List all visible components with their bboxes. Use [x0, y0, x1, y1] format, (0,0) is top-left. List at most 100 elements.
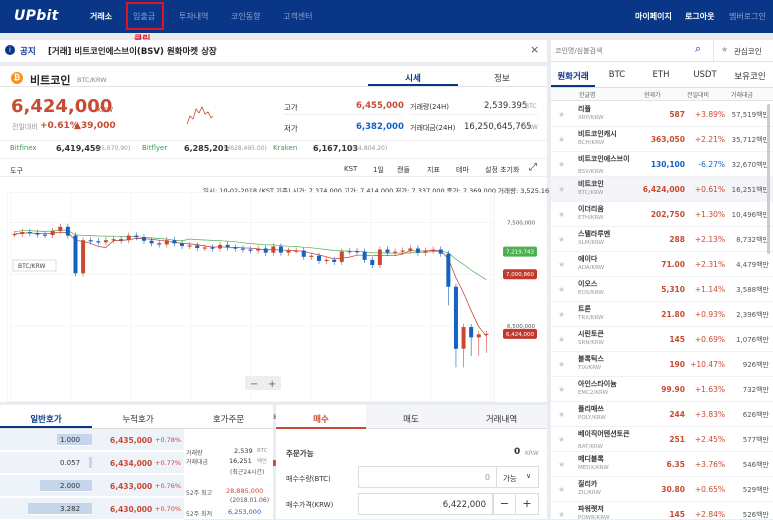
tab-orderbook-order[interactable]: 호가주문 — [184, 413, 273, 425]
favorite-star-icon[interactable]: ★ — [558, 160, 565, 169]
chart-theme-select[interactable]: 테마 — [456, 165, 469, 175]
favorite-star-icon[interactable]: ★ — [558, 285, 565, 294]
candle-body[interactable] — [73, 235, 78, 274]
favorite-star-icon[interactable]: ★ — [558, 335, 565, 344]
candle-body[interactable] — [157, 243, 162, 245]
market-row[interactable]: ★ 이더리움 ETH/KRW 202,750 +1.30% 10,496백만 — [551, 202, 773, 227]
candle-body[interactable] — [65, 226, 70, 236]
candle-body[interactable] — [438, 249, 443, 254]
header-name[interactable]: 한글명 — [579, 90, 596, 99]
candle-body[interactable] — [88, 240, 93, 242]
nav-coin-trends[interactable]: 코인동향 — [231, 11, 260, 22]
market-row[interactable]: ★ 비트코인 BTC/KRW 6,424,000 +0.61% 16,251백만 — [551, 177, 773, 202]
candle-body[interactable] — [180, 243, 185, 246]
close-icon[interactable]: × — [530, 43, 539, 56]
market-row[interactable]: ★ 질리카 ZIL/KRW 30.80 +0.65% 529백만 — [551, 477, 773, 502]
candle-body[interactable] — [111, 239, 116, 241]
candle-body[interactable] — [385, 249, 390, 253]
favorite-star-icon[interactable]: ★ — [558, 185, 565, 194]
favorite-star-icon[interactable]: ★ — [558, 410, 565, 419]
favorite-star-icon[interactable]: ★ — [558, 460, 565, 469]
market-scrollbar[interactable] — [767, 104, 770, 254]
favorite-star-icon[interactable]: ★ — [558, 485, 565, 494]
favorite-star-icon[interactable]: ★ — [558, 360, 565, 369]
candle-body[interactable] — [50, 230, 55, 236]
candle-body[interactable] — [263, 248, 268, 253]
tab-info[interactable]: 정보 — [458, 72, 546, 84]
header-price[interactable]: 현재가 — [644, 90, 661, 99]
header-volume[interactable]: 거래대금 — [731, 90, 753, 99]
favorite-star-icon[interactable]: ★ — [558, 235, 565, 244]
candle-body[interactable] — [58, 226, 63, 231]
market-row[interactable]: ★ 베이직어텐션토큰 BAT/KRW 251 +2.45% 577백만 — [551, 427, 773, 452]
tab-eth-market[interactable]: ETH — [639, 70, 683, 80]
candle-body[interactable] — [316, 255, 321, 261]
candle-body[interactable] — [294, 250, 299, 252]
chart-reset-button[interactable]: 설정 초기화 — [485, 165, 519, 175]
candle-body[interactable] — [347, 251, 352, 253]
favorite-star-icon[interactable]: ★ — [558, 310, 565, 319]
favorite-star-icon[interactable]: ★ — [558, 210, 565, 219]
tab-usdt-market[interactable]: USDT — [683, 70, 727, 80]
candle-body[interactable] — [286, 250, 291, 253]
candle-body[interactable] — [35, 233, 40, 235]
candle-body[interactable] — [12, 234, 17, 236]
chart-tools-button[interactable]: 도구 — [10, 166, 23, 176]
candle-body[interactable] — [461, 327, 466, 349]
candle-body[interactable] — [149, 240, 154, 244]
favorite-star-icon[interactable]: ★ — [558, 260, 565, 269]
candle-body[interactable] — [393, 251, 398, 253]
candle-body[interactable] — [96, 241, 101, 243]
candle-body[interactable] — [20, 231, 25, 235]
candle-body[interactable] — [415, 248, 420, 253]
qty-input[interactable]: 0 — [358, 466, 497, 488]
tab-history[interactable]: 거래내역 — [456, 413, 547, 425]
candle-body[interactable] — [278, 246, 283, 253]
chart-type-select[interactable]: 캔들 — [397, 165, 410, 175]
chart-interval-select[interactable]: 1일 — [373, 165, 384, 175]
market-row[interactable]: ★ 리플 XRP/KRW 587 +3.89% 57,519백만 — [551, 102, 773, 127]
nav-logout[interactable]: 로그아웃 — [685, 11, 714, 22]
market-row[interactable]: ★ 트론 TRX/KRW 21.80 +0.93% 2,396백만 — [551, 302, 773, 327]
nav-exchange[interactable]: 거래소 — [90, 11, 112, 22]
market-row[interactable]: ★ 메디블록 MEDX/KRW 6.35 +3.76% 546백만 — [551, 452, 773, 477]
favorites-toggle[interactable]: 관심코인 — [734, 46, 762, 57]
candle-body[interactable] — [332, 259, 337, 262]
market-search-input[interactable] — [555, 44, 700, 58]
candle-body[interactable] — [134, 235, 139, 238]
candle-body[interactable] — [355, 251, 360, 253]
nav-mypage[interactable]: 마이페이지 — [635, 11, 672, 22]
candle-body[interactable] — [423, 250, 428, 253]
tab-orderbook-cumulative[interactable]: 누적호가 — [92, 413, 184, 425]
candle-body[interactable] — [370, 259, 375, 266]
candle-body[interactable] — [119, 239, 124, 241]
candle-body[interactable] — [408, 248, 413, 251]
candle-body[interactable] — [324, 259, 329, 262]
market-row[interactable]: ★ 시린토큰 SRN/KRW 145 +0.69% 1,076백만 — [551, 327, 773, 352]
candle-body[interactable] — [301, 250, 306, 257]
market-row[interactable]: ★ 폴리매쓰 POLY/KRW 244 +3.83% 626백만 — [551, 402, 773, 427]
candle-body[interactable] — [225, 244, 230, 248]
candle-body[interactable] — [453, 286, 458, 349]
nav-member-login[interactable]: 멤버로그인 — [729, 11, 766, 22]
qty-available-select[interactable]: 가능 ∨ — [497, 466, 539, 488]
candle-body[interactable] — [27, 231, 32, 234]
chart-timezone-select[interactable]: KST — [344, 165, 357, 173]
candle-body[interactable] — [476, 334, 481, 338]
candle-body[interactable] — [218, 244, 223, 249]
nav-investments[interactable]: 투자내역 — [179, 11, 208, 22]
nav-customer-center[interactable]: 고객센터 — [283, 11, 312, 22]
favorite-star-icon[interactable]: ★ — [558, 435, 565, 444]
market-row[interactable]: ★ 파워렛저 POWR/KRW 145 +2.84% 526백만 — [551, 502, 773, 519]
favorite-star-icon[interactable]: ★ — [558, 135, 565, 144]
price-input[interactable]: 6,422,000 — [358, 493, 493, 515]
candle-body[interactable] — [271, 246, 276, 253]
market-row[interactable]: ★ 이오스 EOS/KRW 5,310 +1.14% 3,588백만 — [551, 277, 773, 302]
candle-body[interactable] — [202, 247, 207, 249]
market-row[interactable]: ★ 에이다 ADA/KRW 71.00 +2.31% 4,479백만 — [551, 252, 773, 277]
tab-holdings[interactable]: 보유코인 — [727, 70, 773, 82]
candle-body[interactable] — [172, 240, 177, 244]
candle-body[interactable] — [210, 247, 215, 249]
favorite-star-icon[interactable]: ★ — [558, 385, 565, 394]
candle-body[interactable] — [195, 245, 200, 248]
